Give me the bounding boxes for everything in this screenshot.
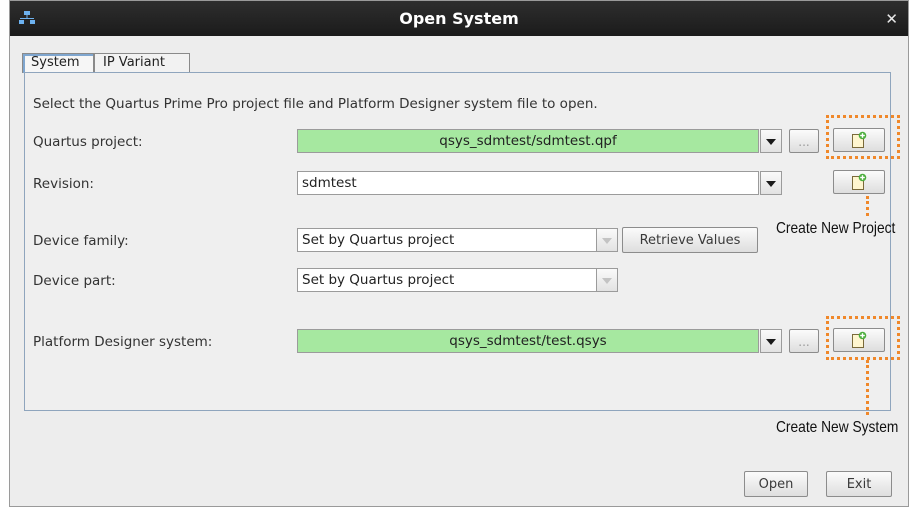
close-icon[interactable]: ✕ [885, 10, 898, 28]
tab-system[interactable]: System [22, 53, 94, 73]
new-project-highlight [826, 115, 900, 159]
open-button[interactable]: Open [744, 471, 808, 497]
platform-designer-field[interactable]: qsys_sdmtest/test.qsys [297, 329, 759, 353]
browse-project-button[interactable]: ... [789, 129, 819, 153]
open-system-dialog: Open System ✕ System IP Variant Select t… [9, 0, 909, 507]
quartus-project-label: Quartus project: [33, 134, 143, 150]
dropdown-arrow-icon [602, 278, 612, 284]
device-part-label: Device part: [33, 273, 116, 289]
exit-button[interactable]: Exit [826, 471, 892, 497]
instruction-text: Select the Quartus Prime Pro project fil… [33, 96, 598, 112]
title-bar[interactable]: Open System ✕ [10, 1, 908, 36]
dropdown-arrow-icon [766, 339, 776, 345]
revision-dropdown[interactable] [760, 171, 782, 195]
new-system-highlight [826, 316, 900, 360]
retrieve-values-button[interactable]: Retrieve Values [622, 227, 758, 253]
new-file-icon [852, 173, 867, 190]
dropdown-arrow-icon [766, 181, 776, 187]
browse-system-button[interactable]: ... [789, 329, 819, 353]
create-new-project-callout: Create New Project [776, 220, 896, 237]
new-project-callout-line [866, 196, 869, 216]
new-system-callout-line [866, 360, 869, 415]
dropdown-arrow-icon [602, 238, 612, 244]
quartus-project-field[interactable]: qsys_sdmtest/sdmtest.qpf [297, 129, 759, 153]
device-part-dropdown[interactable] [596, 268, 618, 292]
tab-ip-variant[interactable]: IP Variant [94, 53, 190, 73]
revision-label: Revision: [33, 176, 94, 192]
create-new-system-callout: Create New System [776, 419, 899, 436]
device-family-field[interactable]: Set by Quartus project [297, 228, 597, 252]
window-title: Open System [399, 9, 519, 28]
quartus-project-dropdown[interactable] [760, 129, 782, 153]
platform-designer-label: Platform Designer system: [33, 334, 213, 350]
revision-field[interactable]: sdmtest [297, 171, 759, 195]
device-part-field[interactable]: Set by Quartus project [297, 268, 597, 292]
device-family-dropdown[interactable] [596, 228, 618, 252]
device-family-label: Device family: [33, 233, 129, 249]
dropdown-arrow-icon [766, 139, 776, 145]
platform-designer-dropdown[interactable] [760, 329, 782, 353]
new-revision-button[interactable] [833, 170, 885, 194]
